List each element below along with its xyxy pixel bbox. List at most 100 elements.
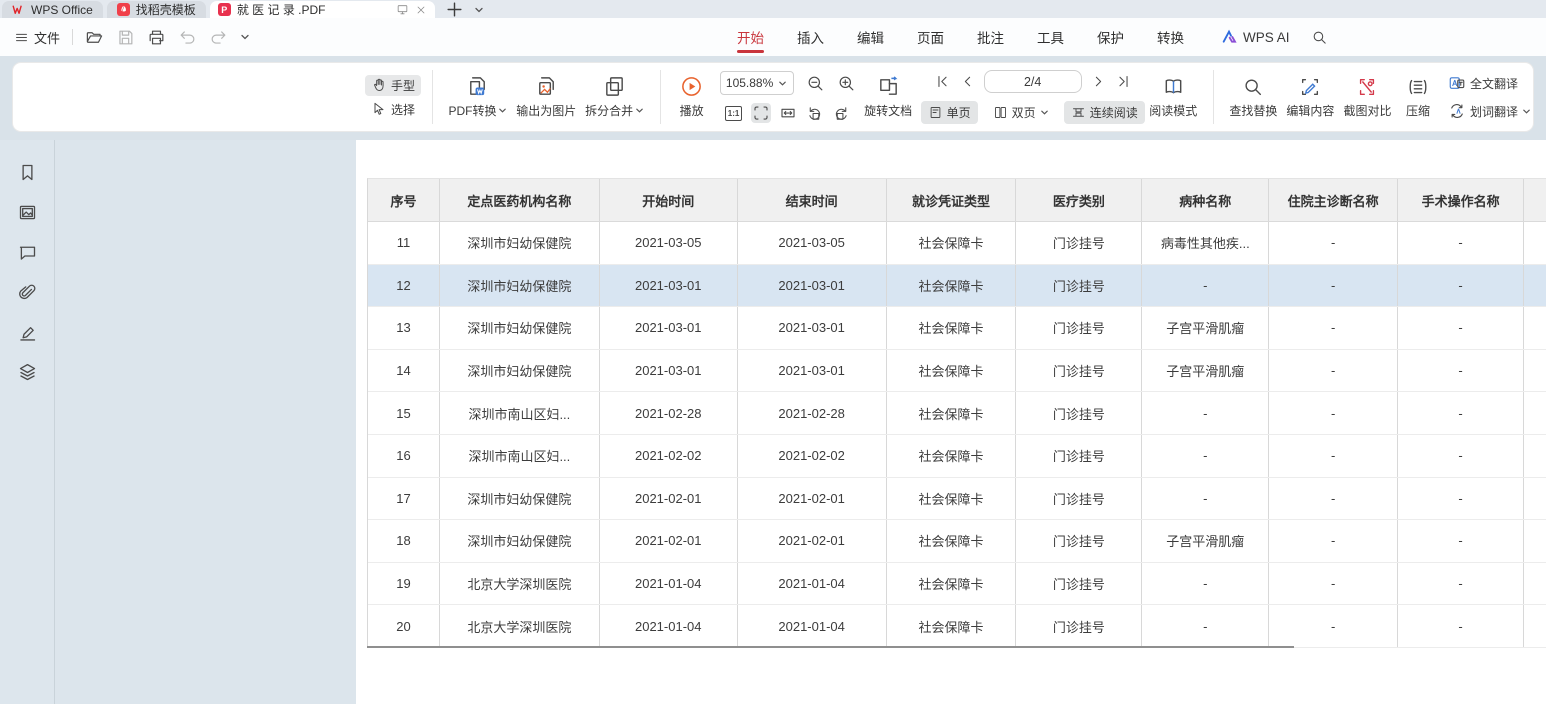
- menu-item-工具[interactable]: 工具: [1037, 18, 1064, 56]
- previous-page-icon[interactable]: [959, 73, 976, 90]
- table-cell: 2021-02-28: [738, 392, 887, 434]
- next-page-icon[interactable]: [1090, 73, 1107, 90]
- menu-item-开始[interactable]: 开始: [737, 18, 764, 56]
- table-cell: [1524, 307, 1546, 349]
- table-cell: 2021-01-04: [600, 605, 738, 647]
- table-cell: 社会保障卡: [887, 392, 1017, 434]
- table-cell: 社会保障卡: [887, 478, 1017, 520]
- pdf-page[interactable]: 序号定点医药机构名称开始时间结束时间就诊凭证类型医疗类别病种名称住院主诊断名称手…: [356, 140, 1546, 704]
- word-translate-button[interactable]: 划词翻译: [1446, 101, 1533, 121]
- pdf-convert-label: PDF转换: [448, 102, 496, 119]
- thumbnail-panel-icon[interactable]: [17, 202, 38, 223]
- edit-content-button[interactable]: 编辑内容: [1282, 67, 1339, 127]
- last-page-icon[interactable]: [1115, 73, 1132, 90]
- table-cell: 深圳市南山区妇...: [440, 435, 600, 477]
- rotate-right-button[interactable]: [832, 103, 852, 123]
- fit-width-button[interactable]: [778, 103, 798, 123]
- read-mode-button[interactable]: 阅读模式: [1145, 67, 1202, 127]
- attachment-panel-icon[interactable]: [17, 282, 38, 303]
- table-cell: 社会保障卡: [887, 307, 1017, 349]
- table-cell: -: [1269, 222, 1398, 264]
- full-text-translate-button[interactable]: 全文翻译: [1446, 73, 1533, 93]
- table-row: 19北京大学深圳医院2021-01-042021-01-04社会保障卡门诊挂号-…: [368, 563, 1546, 606]
- zoom-out-icon[interactable]: [806, 74, 825, 93]
- continuous-read-button[interactable]: 连续阅读: [1064, 101, 1145, 124]
- table-cell: 2021-03-01: [738, 265, 887, 307]
- table-cell: 2021-01-04: [738, 605, 887, 647]
- table-cell: -: [1398, 563, 1524, 605]
- table-row: 12深圳市妇幼保健院2021-03-012021-03-01社会保障卡门诊挂号-…: [368, 265, 1546, 308]
- hamburger-icon: [14, 30, 29, 45]
- double-page-button[interactable]: 双页: [986, 101, 1056, 124]
- bookmark-panel-icon[interactable]: [17, 162, 38, 183]
- screenshot-compare-icon: [1356, 76, 1378, 98]
- zoom-in-icon[interactable]: [837, 74, 856, 93]
- page-number-input[interactable]: 2/4: [984, 70, 1082, 93]
- fit-page-button[interactable]: [751, 103, 771, 123]
- table-cell: 2021-03-01: [600, 265, 738, 307]
- actual-size-button[interactable]: 1:1: [724, 103, 744, 123]
- tab-document[interactable]: P 就 医 记 录 .PDF: [210, 1, 435, 18]
- tab-wps-office[interactable]: WPS Office: [2, 1, 103, 18]
- table-cell: 门诊挂号: [1016, 307, 1142, 349]
- file-menu-button[interactable]: 文件: [14, 28, 60, 47]
- table-cell: 2021-03-05: [738, 222, 887, 264]
- medical-records-table: 序号定点医药机构名称开始时间结束时间就诊凭证类型医疗类别病种名称住院主诊断名称手…: [367, 178, 1546, 648]
- find-replace-button[interactable]: 查找替换: [1225, 67, 1282, 127]
- layers-panel-icon[interactable]: [17, 362, 38, 383]
- menu-item-批注[interactable]: 批注: [977, 18, 1004, 56]
- print-icon[interactable]: [147, 28, 166, 47]
- menu-item-保护[interactable]: 保护: [1097, 18, 1124, 56]
- table-cell: [1524, 563, 1546, 605]
- open-folder-icon[interactable]: [85, 28, 104, 47]
- hand-icon: [371, 77, 387, 93]
- close-tab-icon[interactable]: [415, 4, 427, 16]
- rotate-left-button[interactable]: [805, 103, 825, 123]
- table-cell: 2021-02-02: [600, 435, 738, 477]
- monitor-icon[interactable]: [396, 3, 409, 16]
- screenshot-compare-button[interactable]: 截图对比: [1339, 67, 1396, 127]
- redo-icon[interactable]: [209, 28, 228, 47]
- table-cell: 深圳市妇幼保健院: [440, 350, 600, 392]
- first-page-icon[interactable]: [934, 73, 951, 90]
- zoom-level-select[interactable]: 105.88%: [720, 71, 794, 95]
- menu-item-转换[interactable]: 转换: [1157, 18, 1184, 56]
- menu-item-编辑[interactable]: 编辑: [857, 18, 884, 56]
- tab-list-chevron-icon[interactable]: [474, 5, 484, 15]
- export-image-button[interactable]: 输出为图片: [512, 67, 581, 127]
- new-tab-button[interactable]: [445, 0, 464, 19]
- wps-ai-button[interactable]: WPS AI: [1221, 29, 1290, 45]
- menu-item-页面[interactable]: 页面: [917, 18, 944, 56]
- chevron-down-icon: [778, 79, 787, 88]
- document-title: 就 医 记 录 .PDF: [237, 1, 390, 18]
- table-cell: 18: [368, 520, 440, 562]
- hand-tool-button[interactable]: 手型: [365, 75, 421, 96]
- single-page-button[interactable]: 单页: [921, 101, 978, 124]
- select-tool-button[interactable]: 选择: [365, 99, 421, 120]
- play-button[interactable]: 播放: [672, 67, 712, 127]
- comment-panel-icon[interactable]: [17, 242, 38, 263]
- table-cell: -: [1269, 435, 1398, 477]
- find-replace-icon: [1242, 76, 1264, 98]
- compress-label: 压缩: [1406, 102, 1430, 119]
- pdf-convert-icon: [466, 75, 489, 98]
- compress-icon: [1407, 76, 1429, 98]
- compress-button[interactable]: 压缩: [1396, 67, 1440, 127]
- table-cell: 社会保障卡: [887, 563, 1017, 605]
- table-cell: [1524, 520, 1546, 562]
- table-cell: 15: [368, 392, 440, 434]
- undo-icon[interactable]: [178, 28, 197, 47]
- quickbar-chevron-icon[interactable]: [240, 32, 250, 42]
- tab-docer-templates[interactable]: 找稻壳模板: [107, 1, 206, 18]
- split-merge-button[interactable]: 拆分合并: [581, 67, 649, 127]
- table-row: 18深圳市妇幼保健院2021-02-012021-02-01社会保障卡门诊挂号子…: [368, 520, 1546, 563]
- table-cell: 20: [368, 605, 440, 647]
- ribbon-search-button[interactable]: [1311, 29, 1328, 46]
- menu-item-插入[interactable]: 插入: [797, 18, 824, 56]
- rotate-document-button[interactable]: 旋转文档: [860, 67, 917, 127]
- single-page-label: 单页: [947, 104, 971, 121]
- pdf-convert-button[interactable]: PDF转换: [444, 67, 512, 127]
- table-cell: -: [1269, 392, 1398, 434]
- save-icon[interactable]: [116, 28, 135, 47]
- signature-panel-icon[interactable]: [17, 322, 38, 343]
